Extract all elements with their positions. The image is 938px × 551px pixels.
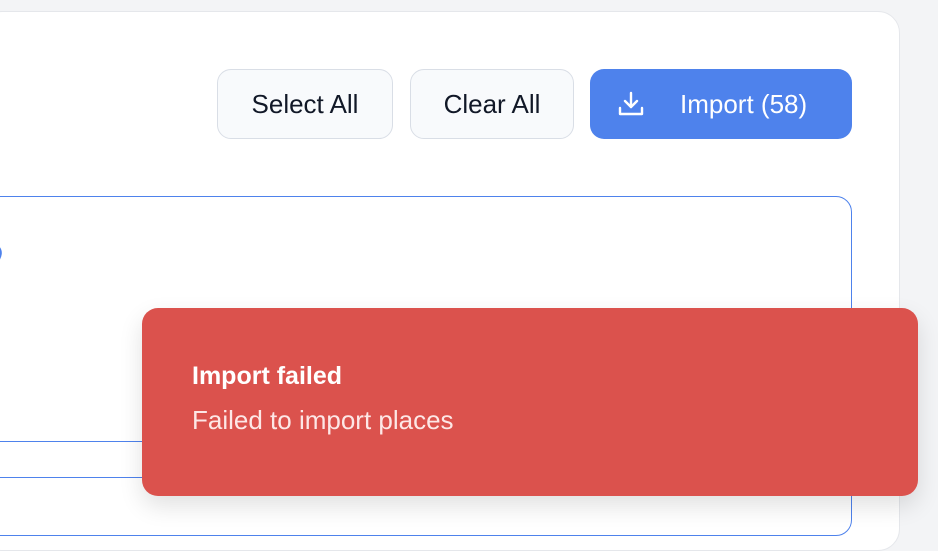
select-all-button[interactable]: Select All	[217, 69, 393, 139]
partial-icon	[0, 247, 2, 260]
clear-all-label: Clear All	[443, 88, 541, 119]
error-toast[interactable]: Import failed Failed to import places	[142, 308, 918, 496]
toast-title: Import failed	[192, 362, 343, 390]
list-row-divider	[0, 441, 160, 442]
import-label: Import (58)	[680, 88, 808, 119]
import-button[interactable]: Import (58)	[590, 69, 852, 139]
toast-message: Failed to import places	[192, 405, 454, 435]
select-all-label: Select All	[251, 88, 359, 119]
download-icon	[616, 89, 646, 119]
list-row-divider	[0, 477, 160, 478]
clear-all-button[interactable]: Clear All	[410, 69, 574, 139]
